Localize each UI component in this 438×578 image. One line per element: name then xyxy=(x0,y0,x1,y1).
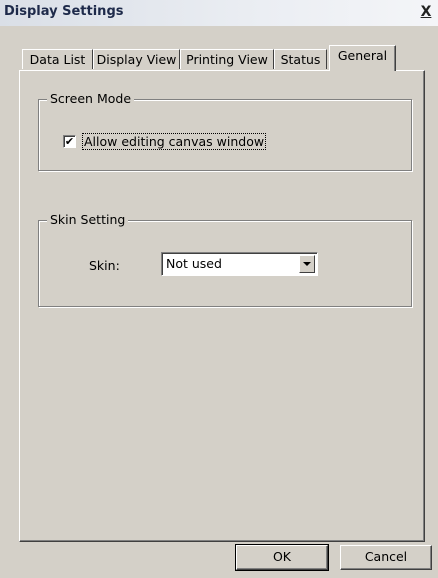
cancel-button[interactable]: Cancel xyxy=(340,545,432,570)
screen-mode-group: Screen Mode ✔ Allow editing canvas windo… xyxy=(38,91,412,171)
close-icon: X xyxy=(420,4,432,20)
dropdown-button[interactable] xyxy=(299,255,315,273)
checkmark-icon: ✔ xyxy=(64,135,75,148)
tab-data-list[interactable]: Data List xyxy=(22,49,93,69)
close-button[interactable]: X xyxy=(418,4,434,20)
ok-button[interactable]: OK xyxy=(235,544,329,571)
title-bar: Display Settings X xyxy=(0,0,438,26)
tab-display-view[interactable]: Display View xyxy=(93,49,180,69)
skin-label: Skin: xyxy=(89,258,120,273)
tab-general[interactable]: General xyxy=(329,45,396,71)
allow-editing-label[interactable]: Allow editing canvas window xyxy=(81,133,267,150)
tab-printing-view[interactable]: Printing View xyxy=(180,49,274,69)
chevron-down-icon xyxy=(303,262,311,266)
skin-select[interactable]: Not used xyxy=(161,252,318,276)
skin-setting-group: Skin Setting Skin: Not used xyxy=(38,212,412,307)
tab-panel-general: Screen Mode ✔ Allow editing canvas windo… xyxy=(19,70,425,542)
skin-setting-legend: Skin Setting xyxy=(47,212,129,228)
skin-select-value: Not used xyxy=(166,256,222,271)
screen-mode-legend: Screen Mode xyxy=(47,91,135,107)
allow-editing-checkbox[interactable]: ✔ xyxy=(63,135,76,148)
tab-status[interactable]: Status xyxy=(274,49,327,69)
window-title: Display Settings xyxy=(4,4,124,19)
